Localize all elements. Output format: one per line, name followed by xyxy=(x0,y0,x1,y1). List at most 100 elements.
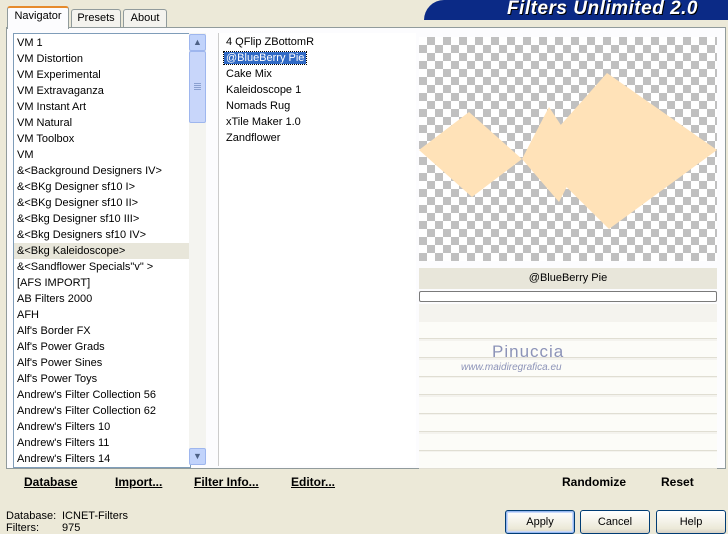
category-item-label: VM Experimental xyxy=(17,69,101,81)
category-item[interactable]: VM Toolbox xyxy=(14,131,190,147)
param-row xyxy=(419,397,717,414)
category-item[interactable]: Andrew's Filter Collection 56 xyxy=(14,387,190,403)
category-item[interactable]: Alf's Border FX xyxy=(14,323,190,339)
banner-title: Filters Unlimited 2.0 xyxy=(506,0,698,19)
category-item-label: &<BKg Designer sf10 II> xyxy=(17,197,139,209)
category-item[interactable]: Andrew's Filters 11 xyxy=(14,435,190,451)
category-item[interactable]: VM xyxy=(14,147,190,163)
apply-button[interactable]: Apply xyxy=(505,510,575,534)
param-row xyxy=(419,378,717,395)
database-label: Database: xyxy=(6,510,57,522)
category-item-label: Alf's Power Toys xyxy=(17,373,98,385)
filter-item[interactable]: Kaleidoscope 1 xyxy=(223,82,416,98)
category-item[interactable]: VM Natural xyxy=(14,115,190,131)
category-item[interactable]: Alf's Power Toys xyxy=(14,371,190,387)
category-item[interactable]: VM Instant Art xyxy=(14,99,190,115)
filter-item[interactable]: xTile Maker 1.0 xyxy=(223,114,416,130)
filter-item[interactable]: Cake Mix xyxy=(223,66,416,82)
preview-diamond-left xyxy=(419,112,522,197)
tab-about[interactable]: About xyxy=(123,9,167,27)
param-row xyxy=(419,434,717,451)
category-list[interactable]: VM 1 VM Distortion VM Experimental VM Extra… xyxy=(13,33,191,468)
filters-label: Filters: xyxy=(6,522,39,534)
category-item-label: VM 1 xyxy=(17,37,43,49)
category-item-label: AB Filters 2000 xyxy=(17,293,93,305)
category-item[interactable]: Alf's Power Grads xyxy=(14,339,190,355)
category-item-label: &<Bkg Designer sf10 III> xyxy=(17,213,140,225)
category-item[interactable]: [AFS IMPORT] xyxy=(14,275,190,291)
category-item[interactable]: &<Bkg Kaleidoscope> xyxy=(14,243,190,259)
randomize-button[interactable]: Randomize xyxy=(562,475,626,489)
filters-count: 975 xyxy=(62,522,81,534)
watermark-url: www.maidiregrafica.eu xyxy=(461,362,562,373)
filter-list[interactable]: 4 QFlip ZBottomR @BlueBerry Pie Cake Mix Ka… xyxy=(218,33,416,466)
preview-image xyxy=(419,73,717,229)
category-item-label: Andrew's Filter Collection 56 xyxy=(17,389,157,401)
category-item[interactable]: Alf's Power Sines xyxy=(14,355,190,371)
param-row xyxy=(419,322,717,339)
category-item[interactable]: &<Background Designers IV> xyxy=(14,163,190,179)
category-item-label: &<Sandflower Specials"v" > xyxy=(17,261,154,273)
category-item[interactable]: &<BKg Designer sf10 I> xyxy=(14,179,190,195)
filter-item-label: Kaleidoscope 1 xyxy=(226,84,302,96)
filter-item-label: Cake Mix xyxy=(226,68,272,80)
category-item[interactable]: Andrew's Filter Collection 62 xyxy=(14,403,190,419)
category-item[interactable]: VM Extravaganza xyxy=(14,83,190,99)
param-row xyxy=(419,415,717,432)
category-item-label: Andrew's Filters 10 xyxy=(17,421,111,433)
category-item-label: &<BKg Designer sf10 I> xyxy=(17,181,136,193)
category-item-label: Alf's Border FX xyxy=(17,325,91,337)
category-item[interactable]: Andrew's Filters 10 xyxy=(14,419,190,435)
filter-item[interactable]: Nomads Rug xyxy=(223,98,416,114)
category-item[interactable]: &<Bkg Designers sf10 IV> xyxy=(14,227,190,243)
filter-item[interactable]: @BlueBerry Pie xyxy=(222,50,416,66)
category-item[interactable]: AB Filters 2000 xyxy=(14,291,190,307)
category-scrollbar[interactable]: ▲ ▼ xyxy=(189,33,206,465)
editor-button[interactable]: Editor... xyxy=(291,475,335,489)
help-button[interactable]: Help xyxy=(656,510,726,534)
category-item-label: VM Toolbox xyxy=(17,133,75,145)
category-item[interactable]: &<BKg Designer sf10 II> xyxy=(14,195,190,211)
category-item[interactable]: VM Experimental xyxy=(14,67,190,83)
database-value: ICNET-Filters xyxy=(62,510,128,522)
filter-item[interactable]: Zandflower xyxy=(223,130,416,146)
tab-presets[interactable]: Presets xyxy=(71,9,121,27)
category-item-label: Andrew's Filters 14 xyxy=(17,453,111,465)
category-item[interactable]: AFH xyxy=(14,307,190,323)
category-item-label: Alf's Power Grads xyxy=(17,341,105,353)
selected-filter-name: @BlueBerry Pie xyxy=(419,268,717,289)
category-item[interactable]: &<Sandflower Specials"v" > xyxy=(14,259,190,275)
category-item[interactable]: &<Bkg Designer sf10 III> xyxy=(14,211,190,227)
filter-item-label: xTile Maker 1.0 xyxy=(226,116,301,128)
category-item-label: VM Natural xyxy=(17,117,73,129)
category-item[interactable]: VM Distortion xyxy=(14,51,190,67)
scroll-thumb[interactable] xyxy=(189,51,206,123)
watermark-name: Pinuccia xyxy=(492,342,565,361)
category-item-label: &<Background Designers IV> xyxy=(17,165,162,177)
category-item-label: AFH xyxy=(17,309,39,321)
filter-item[interactable]: 4 QFlip ZBottomR xyxy=(223,34,416,50)
chevron-down-icon[interactable]: ▼ xyxy=(189,448,206,465)
category-item[interactable]: VM 1 xyxy=(14,35,190,51)
progress-bar xyxy=(419,291,717,302)
filter-item-label: Nomads Rug xyxy=(226,100,291,112)
tab-navigator[interactable]: Navigator xyxy=(7,6,69,29)
cancel-button[interactable]: Cancel xyxy=(580,510,650,534)
reset-button[interactable]: Reset xyxy=(661,475,694,489)
filter-preview xyxy=(419,37,717,261)
filter-item-label: Zandflower xyxy=(226,132,281,144)
filter-info-button[interactable]: Filter Info... xyxy=(194,475,259,489)
chevron-up-icon[interactable]: ▲ xyxy=(189,34,206,51)
category-item-label: VM Instant Art xyxy=(17,101,87,113)
category-item-label: Andrew's Filters 11 xyxy=(17,437,110,449)
preview-diamond-right xyxy=(534,73,717,229)
category-item-label: [AFS IMPORT] xyxy=(17,277,91,289)
param-row xyxy=(419,341,717,358)
category-item-label: &<Bkg Kaleidoscope> xyxy=(17,245,126,257)
title-banner: Filters Unlimited 2.0 xyxy=(424,0,728,20)
database-button[interactable]: Database xyxy=(24,475,77,489)
import-button[interactable]: Import... xyxy=(115,475,162,489)
category-item-label: &<Bkg Designers sf10 IV> xyxy=(17,229,147,241)
category-item-label: VM xyxy=(17,149,34,161)
category-item[interactable]: Andrew's Filters 14 xyxy=(14,451,190,467)
